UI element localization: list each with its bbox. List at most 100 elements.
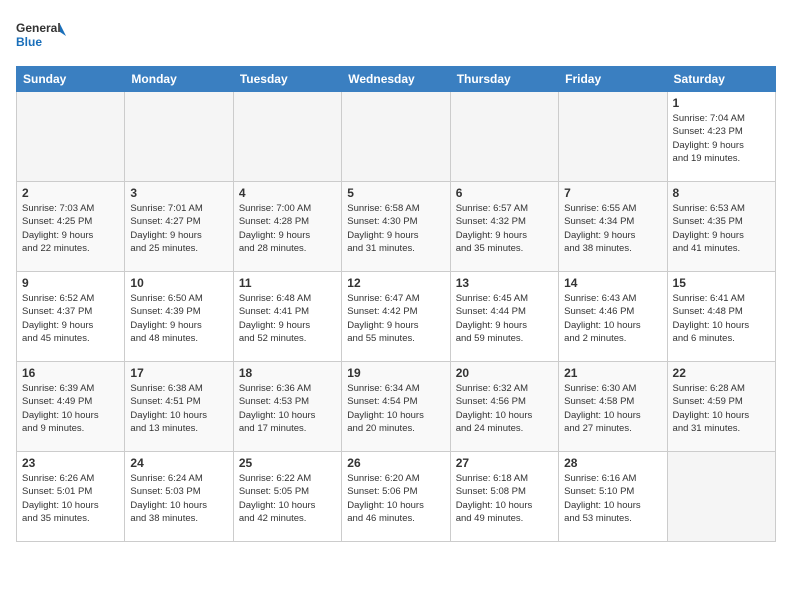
svg-text:General: General [16, 21, 61, 35]
day-number: 21 [564, 366, 661, 380]
weekday-header-friday: Friday [559, 67, 667, 92]
calendar-cell: 17 Sunrise: 6:38 AM Sunset: 4:51 PM Dayli… [125, 362, 233, 452]
calendar-cell: 26 Sunrise: 6:20 AM Sunset: 5:06 PM Dayli… [342, 452, 450, 542]
day-number: 4 [239, 186, 336, 200]
day-number: 12 [347, 276, 444, 290]
day-info: Sunrise: 6:30 AM Sunset: 4:58 PM Dayligh… [564, 382, 661, 435]
day-number: 2 [22, 186, 119, 200]
day-number: 8 [673, 186, 770, 200]
day-info: Sunrise: 6:28 AM Sunset: 4:59 PM Dayligh… [673, 382, 770, 435]
calendar-cell: 28 Sunrise: 6:16 AM Sunset: 5:10 PM Dayli… [559, 452, 667, 542]
calendar-table: SundayMondayTuesdayWednesdayThursdayFrid… [16, 66, 776, 542]
day-number: 23 [22, 456, 119, 470]
weekday-header-saturday: Saturday [667, 67, 775, 92]
day-info: Sunrise: 6:50 AM Sunset: 4:39 PM Dayligh… [130, 292, 227, 345]
weekday-header-tuesday: Tuesday [233, 67, 341, 92]
logo-svg: General Blue [16, 16, 66, 56]
day-number: 6 [456, 186, 553, 200]
day-info: Sunrise: 6:45 AM Sunset: 4:44 PM Dayligh… [456, 292, 553, 345]
day-number: 3 [130, 186, 227, 200]
svg-text:Blue: Blue [16, 35, 42, 49]
calendar-cell: 10 Sunrise: 6:50 AM Sunset: 4:39 PM Dayli… [125, 272, 233, 362]
calendar-week-row: 9Sunrise: 6:52 AM Sunset: 4:37 PM Daylig… [17, 272, 776, 362]
calendar-cell: 4 Sunrise: 7:00 AM Sunset: 4:28 PM Daylig… [233, 182, 341, 272]
day-info: Sunrise: 6:52 AM Sunset: 4:37 PM Dayligh… [22, 292, 119, 345]
calendar-cell: 7Sunrise: 6:55 AM Sunset: 4:34 PM Daylig… [559, 182, 667, 272]
weekday-header-sunday: Sunday [17, 67, 125, 92]
day-info: Sunrise: 7:03 AM Sunset: 4:25 PM Dayligh… [22, 202, 119, 255]
calendar-week-row: 16Sunrise: 6:39 AM Sunset: 4:49 PM Dayli… [17, 362, 776, 452]
calendar-cell: 18 Sunrise: 6:36 AM Sunset: 4:53 PM Dayli… [233, 362, 341, 452]
day-number: 28 [564, 456, 661, 470]
calendar-cell: 11 Sunrise: 6:48 AM Sunset: 4:41 PM Dayli… [233, 272, 341, 362]
day-number: 19 [347, 366, 444, 380]
day-number: 14 [564, 276, 661, 290]
day-info: Sunrise: 7:01 AM Sunset: 4:27 PM Dayligh… [130, 202, 227, 255]
day-info: Sunrise: 6:53 AM Sunset: 4:35 PM Dayligh… [673, 202, 770, 255]
calendar-cell: 8 Sunrise: 6:53 AM Sunset: 4:35 PM Daylig… [667, 182, 775, 272]
calendar-cell [342, 92, 450, 182]
day-number: 15 [673, 276, 770, 290]
calendar-cell: 20 Sunrise: 6:32 AM Sunset: 4:56 PM Dayli… [450, 362, 558, 452]
calendar-cell: 9Sunrise: 6:52 AM Sunset: 4:37 PM Daylig… [17, 272, 125, 362]
day-number: 5 [347, 186, 444, 200]
day-number: 7 [564, 186, 661, 200]
day-info: Sunrise: 6:57 AM Sunset: 4:32 PM Dayligh… [456, 202, 553, 255]
calendar-cell: 2 Sunrise: 7:03 AM Sunset: 4:25 PM Daylig… [17, 182, 125, 272]
calendar-week-row: 1 Sunrise: 7:04 AM Sunset: 4:23 PM Daylig… [17, 92, 776, 182]
calendar-cell: 27 Sunrise: 6:18 AM Sunset: 5:08 PM Dayli… [450, 452, 558, 542]
calendar-cell: 16Sunrise: 6:39 AM Sunset: 4:49 PM Dayli… [17, 362, 125, 452]
day-number: 27 [456, 456, 553, 470]
day-number: 16 [22, 366, 119, 380]
day-info: Sunrise: 6:38 AM Sunset: 4:51 PM Dayligh… [130, 382, 227, 435]
day-number: 11 [239, 276, 336, 290]
calendar-cell [233, 92, 341, 182]
day-info: Sunrise: 6:22 AM Sunset: 5:05 PM Dayligh… [239, 472, 336, 525]
calendar-cell: 24Sunrise: 6:24 AM Sunset: 5:03 PM Dayli… [125, 452, 233, 542]
day-info: Sunrise: 6:24 AM Sunset: 5:03 PM Dayligh… [130, 472, 227, 525]
page-header: General Blue [16, 16, 776, 56]
day-info: Sunrise: 6:34 AM Sunset: 4:54 PM Dayligh… [347, 382, 444, 435]
day-number: 22 [673, 366, 770, 380]
day-info: Sunrise: 7:00 AM Sunset: 4:28 PM Dayligh… [239, 202, 336, 255]
day-info: Sunrise: 6:58 AM Sunset: 4:30 PM Dayligh… [347, 202, 444, 255]
calendar-cell: 3 Sunrise: 7:01 AM Sunset: 4:27 PM Daylig… [125, 182, 233, 272]
day-info: Sunrise: 6:16 AM Sunset: 5:10 PM Dayligh… [564, 472, 661, 525]
day-info: Sunrise: 6:20 AM Sunset: 5:06 PM Dayligh… [347, 472, 444, 525]
calendar-week-row: 2 Sunrise: 7:03 AM Sunset: 4:25 PM Daylig… [17, 182, 776, 272]
day-number: 26 [347, 456, 444, 470]
day-info: Sunrise: 6:32 AM Sunset: 4:56 PM Dayligh… [456, 382, 553, 435]
logo: General Blue [16, 16, 66, 56]
day-info: Sunrise: 6:48 AM Sunset: 4:41 PM Dayligh… [239, 292, 336, 345]
day-number: 1 [673, 96, 770, 110]
day-number: 17 [130, 366, 227, 380]
day-number: 25 [239, 456, 336, 470]
weekday-header-row: SundayMondayTuesdayWednesdayThursdayFrid… [17, 67, 776, 92]
calendar-cell: 21 Sunrise: 6:30 AM Sunset: 4:58 PM Dayli… [559, 362, 667, 452]
day-info: Sunrise: 6:47 AM Sunset: 4:42 PM Dayligh… [347, 292, 444, 345]
calendar-cell: 19 Sunrise: 6:34 AM Sunset: 4:54 PM Dayli… [342, 362, 450, 452]
weekday-header-monday: Monday [125, 67, 233, 92]
calendar-cell: 6 Sunrise: 6:57 AM Sunset: 4:32 PM Daylig… [450, 182, 558, 272]
calendar-cell: 14 Sunrise: 6:43 AM Sunset: 4:46 PM Dayli… [559, 272, 667, 362]
weekday-header-thursday: Thursday [450, 67, 558, 92]
calendar-cell: 25 Sunrise: 6:22 AM Sunset: 5:05 PM Dayli… [233, 452, 341, 542]
day-number: 18 [239, 366, 336, 380]
calendar-cell: 13 Sunrise: 6:45 AM Sunset: 4:44 PM Dayli… [450, 272, 558, 362]
day-info: Sunrise: 6:18 AM Sunset: 5:08 PM Dayligh… [456, 472, 553, 525]
calendar-week-row: 23Sunrise: 6:26 AM Sunset: 5:01 PM Dayli… [17, 452, 776, 542]
day-number: 13 [456, 276, 553, 290]
day-info: Sunrise: 6:41 AM Sunset: 4:48 PM Dayligh… [673, 292, 770, 345]
calendar-cell [17, 92, 125, 182]
calendar-cell: 22 Sunrise: 6:28 AM Sunset: 4:59 PM Dayli… [667, 362, 775, 452]
day-info: Sunrise: 6:43 AM Sunset: 4:46 PM Dayligh… [564, 292, 661, 345]
calendar-cell [667, 452, 775, 542]
weekday-header-wednesday: Wednesday [342, 67, 450, 92]
day-number: 10 [130, 276, 227, 290]
day-number: 20 [456, 366, 553, 380]
calendar-cell: 15 Sunrise: 6:41 AM Sunset: 4:48 PM Dayli… [667, 272, 775, 362]
calendar-cell: 1 Sunrise: 7:04 AM Sunset: 4:23 PM Daylig… [667, 92, 775, 182]
calendar-cell [125, 92, 233, 182]
day-info: Sunrise: 7:04 AM Sunset: 4:23 PM Dayligh… [673, 112, 770, 165]
day-info: Sunrise: 6:36 AM Sunset: 4:53 PM Dayligh… [239, 382, 336, 435]
